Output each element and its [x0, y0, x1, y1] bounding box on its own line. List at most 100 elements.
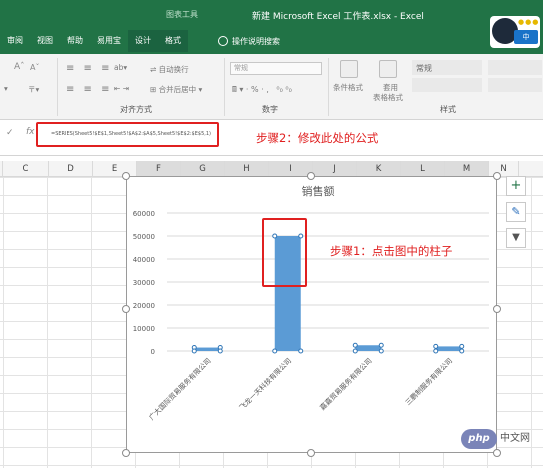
- dots-icon: ●●●: [518, 18, 540, 26]
- wrap-text-label: 自动换行: [158, 65, 189, 74]
- cancel-icon[interactable]: ✓: [6, 128, 14, 138]
- y-tick-label: 20000: [133, 302, 155, 310]
- x-tick-label: 嘉嘉贸易服务有限公司: [318, 356, 374, 412]
- cell-style-4[interactable]: [488, 78, 542, 92]
- resize-handle[interactable]: [493, 449, 501, 457]
- chart-tools-label: 图表工具: [166, 10, 198, 19]
- column-header-F[interactable]: F: [137, 161, 181, 177]
- tab-0[interactable]: 审阅: [0, 30, 30, 52]
- bar[interactable]: [194, 347, 221, 351]
- grow-font-label: A: [14, 62, 21, 72]
- avatar[interactable]: ●●● 中: [490, 16, 540, 48]
- chart-styles-button[interactable]: ✎: [506, 202, 526, 222]
- resize-handle[interactable]: [493, 305, 501, 313]
- column-header-M[interactable]: M: [445, 161, 489, 177]
- cell-style-3[interactable]: [488, 60, 542, 75]
- column-header-H[interactable]: H: [225, 161, 269, 177]
- indent-buttons[interactable]: ⇤ ⇥: [114, 84, 129, 93]
- series-selection-dot: [191, 348, 197, 354]
- column-header-G[interactable]: G: [181, 161, 225, 177]
- column-header-C[interactable]: C: [3, 161, 49, 177]
- shrink-font-label: A: [30, 63, 36, 72]
- conditional-format-button[interactable]: 条件格式: [333, 82, 363, 93]
- series-selection-dot: [272, 348, 278, 354]
- resize-handle[interactable]: [307, 172, 315, 180]
- window-title: 新建 Microsoft Excel 工作表.xlsx - Excel: [252, 12, 424, 22]
- series-selection-dot: [459, 348, 465, 354]
- x-tick-label: 飞龙一天科技有限公司: [237, 356, 293, 412]
- tab-2[interactable]: 帮助: [60, 30, 90, 52]
- cell-style-normal-label: 常规: [416, 64, 432, 73]
- resize-handle[interactable]: [307, 449, 315, 457]
- series-selection-dot: [433, 343, 439, 349]
- chart[interactable]: 销售额 0 10000 20000 30000 40000 50000 60000 广大国际贸易…: [126, 176, 497, 453]
- chart-plot[interactable]: 销售额 0 10000 20000 30000 40000 50000 60000 广大国际贸易…: [127, 177, 498, 454]
- table-format-icon: [379, 60, 397, 78]
- tab-5[interactable]: 格式: [158, 30, 188, 52]
- alignment-group-label: 对齐方式: [120, 105, 152, 114]
- series-selection-dot: [217, 348, 223, 354]
- chart-title: 销售额: [302, 184, 335, 198]
- tab-4[interactable]: 设计: [128, 30, 158, 52]
- column-header-K[interactable]: K: [357, 161, 401, 177]
- tab-3[interactable]: 易用宝: [90, 30, 128, 52]
- number-group-label: 数字: [262, 105, 278, 114]
- align-buttons[interactable]: ≡ ≡ ≡: [66, 84, 113, 95]
- step2-annotation: 步骤2：修改此处的公式: [256, 131, 379, 145]
- orientation-button[interactable]: ab▾: [114, 63, 127, 72]
- column-header-J[interactable]: J: [313, 161, 357, 177]
- ribbon: Aˆ Aˇ ▾ 〒▾ ≡ ≡ ≡ ab▾ ≡ ≡ ≡ ⇤ ⇥ ⇌ 自动换行 ⊞ …: [0, 54, 543, 120]
- y-tick-label: 30000: [133, 279, 155, 287]
- bar[interactable]: [435, 346, 462, 351]
- x-tick-label: 三鹏制服务有限公司: [403, 356, 454, 407]
- series-selection-dot: [433, 348, 439, 354]
- series-selection-dot: [352, 342, 358, 348]
- bar[interactable]: [355, 345, 382, 351]
- column-header-L[interactable]: L: [401, 161, 445, 177]
- y-tick-label: 0: [151, 348, 155, 356]
- watermark: php 中文网: [461, 429, 539, 449]
- fx-button[interactable]: fx: [26, 127, 35, 137]
- step1-annotation: 步骤1：点击图中的柱子: [330, 244, 453, 258]
- wrap-text-button[interactable]: ⇌ 自动换行: [150, 64, 189, 75]
- separator: [57, 58, 58, 116]
- merge-center-button[interactable]: ⊞ 合并后居中 ▾: [150, 84, 202, 95]
- fill-color-button[interactable]: 〒▾: [28, 84, 39, 95]
- formula-highlight-box: [36, 122, 219, 147]
- grow-font-button[interactable]: Aˆ: [14, 62, 25, 72]
- tell-me-label: 操作说明搜索: [232, 36, 280, 46]
- column-header-D[interactable]: D: [49, 161, 93, 177]
- borders-button[interactable]: ▾: [4, 84, 8, 93]
- y-tick-label: 60000: [133, 210, 155, 218]
- fx-area: ✓ fx: [0, 120, 38, 156]
- number-buttons[interactable]: 🖩 ▾ · % · ‚ ⁰₀ ⁰₀: [232, 84, 292, 98]
- user-badge: 中: [514, 30, 538, 44]
- y-tick-label: 40000: [133, 256, 155, 264]
- bar-highlight-box: [262, 218, 307, 287]
- tab-1[interactable]: 视图: [30, 30, 60, 52]
- resize-handle[interactable]: [122, 172, 130, 180]
- top-align-buttons[interactable]: ≡ ≡ ≡: [66, 63, 113, 74]
- separator: [224, 58, 225, 116]
- x-tick-label: 广大国际贸易服务有限公司: [147, 356, 213, 422]
- shrink-font-button[interactable]: Aˇ: [30, 63, 39, 72]
- y-tick-label: 50000: [133, 233, 155, 241]
- styles-group-label: 样式: [440, 105, 456, 114]
- resize-handle[interactable]: [122, 305, 130, 313]
- column-header-E[interactable]: E: [93, 161, 137, 177]
- number-format-select[interactable]: 常规: [230, 62, 322, 75]
- number-format-value: 常规: [234, 64, 248, 72]
- tell-me-search[interactable]: 操作说明搜索: [218, 30, 280, 52]
- cell-style-2[interactable]: [412, 78, 482, 92]
- ribbon-tabs: 审阅 视图 帮助 易用宝 设计 格式: [0, 30, 188, 52]
- chart-filters-button[interactable]: ▼: [506, 228, 526, 248]
- table-format-line2[interactable]: 表格格式: [373, 92, 403, 103]
- separator: [328, 58, 329, 116]
- series-selection-dot: [298, 348, 304, 354]
- series-selection-dot: [378, 348, 384, 354]
- resize-handle[interactable]: [122, 449, 130, 457]
- column-headers: CDEFGHIJKLMN: [0, 161, 543, 177]
- y-tick-label: 10000: [133, 325, 155, 333]
- resize-handle[interactable]: [493, 172, 501, 180]
- chart-elements-button[interactable]: +: [506, 176, 526, 196]
